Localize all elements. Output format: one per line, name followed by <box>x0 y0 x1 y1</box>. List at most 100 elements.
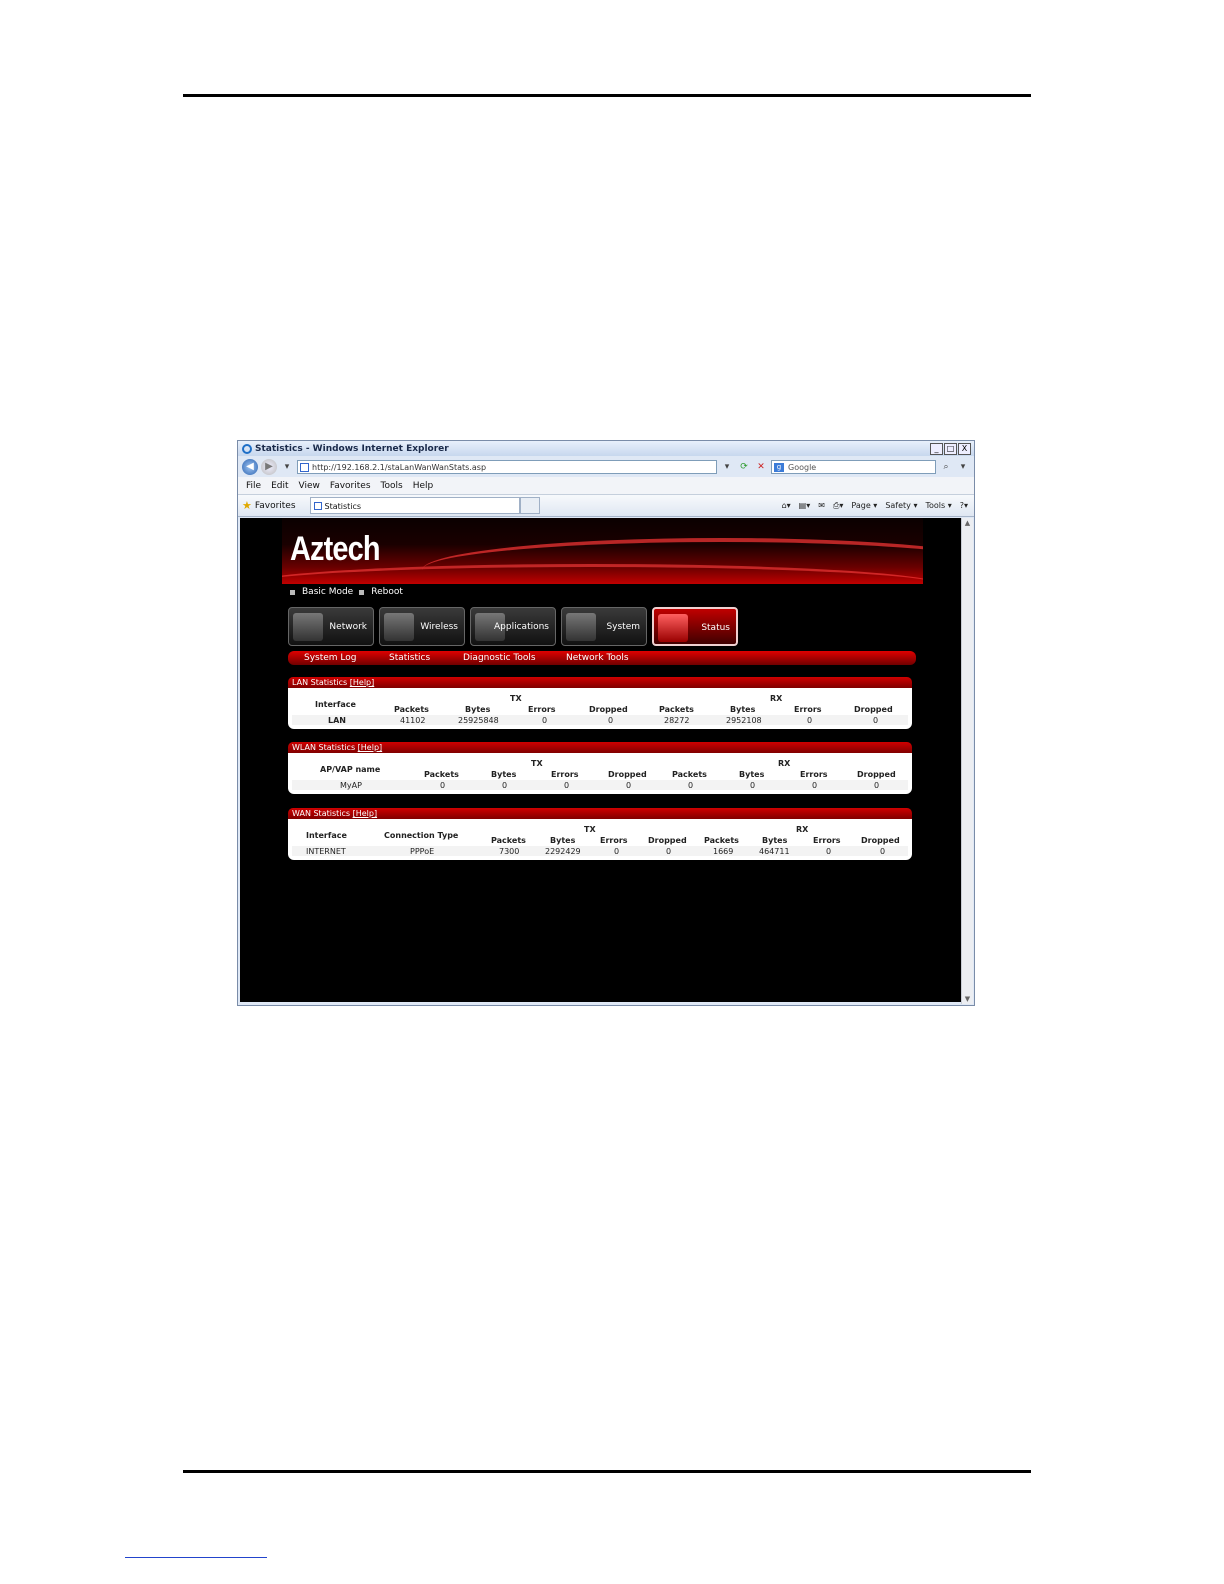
page-viewport: Aztech Basic Mode Reboot Network Wireles… <box>240 518 962 1002</box>
search-input[interactable]: g Google <box>771 459 936 474</box>
back-icon[interactable]: ◀ <box>242 458 258 475</box>
lan-header-tx-bytes: Bytes <box>465 705 491 714</box>
wlan-header-tx-dropped: Dropped <box>608 770 647 779</box>
nav-network-label: Network <box>329 622 367 632</box>
wlan-cell-rx-errors: 0 <box>812 781 818 790</box>
menu-tools[interactable]: Tools <box>381 481 403 491</box>
basic-mode-link[interactable]: Basic Mode <box>302 587 353 597</box>
wan-help-link[interactable]: [Help] <box>353 809 377 818</box>
quick-links: Basic Mode Reboot <box>290 587 403 597</box>
menu-file[interactable]: File <box>246 481 261 491</box>
nav-system[interactable]: System <box>561 607 647 646</box>
scroll-up-icon[interactable]: ▲ <box>962 518 973 528</box>
wan-header-rx-packets: Packets <box>704 836 739 845</box>
lan-cell-rx-dropped: 0 <box>873 716 879 725</box>
lan-header-rx-dropped: Dropped <box>854 705 893 714</box>
lan-cell-rx-bytes: 2952108 <box>726 716 762 725</box>
title-bar: Statistics - Windows Internet Explorer _… <box>238 441 974 456</box>
print-icon[interactable]: ⎙▾ <box>833 501 843 511</box>
menu-favorites[interactable]: Favorites <box>330 481 371 491</box>
subnav-statistics[interactable]: Statistics <box>389 653 430 663</box>
stop-icon[interactable]: ✕ <box>754 460 768 474</box>
wan-cell-tx-bytes: 2292429 <box>545 847 581 856</box>
lan-cell-tx-errors: 0 <box>542 716 548 725</box>
nav-system-label: System <box>606 622 640 632</box>
subnav-network-tools[interactable]: Network Tools <box>566 653 629 663</box>
wlan-help-link[interactable]: [Help] <box>358 743 382 752</box>
subnav-system-log[interactable]: System Log <box>304 653 357 663</box>
menu-edit[interactable]: Edit <box>271 481 288 491</box>
menu-view[interactable]: View <box>299 481 320 491</box>
nav-status[interactable]: Status <box>652 607 738 646</box>
menu-bar: File Edit View Favorites Tools Help <box>238 477 974 495</box>
history-dropdown-icon[interactable]: ▾ <box>280 460 294 474</box>
wan-tx-header: TX <box>584 825 596 834</box>
wlan-statistics-panel: WLAN Statistics [Help] TX RX AP/VAP name… <box>288 742 912 794</box>
minimize-button[interactable]: _ <box>930 442 943 455</box>
menu-help[interactable]: Help <box>413 481 434 491</box>
nav-wireless[interactable]: Wireless <box>379 607 465 646</box>
nav-network[interactable]: Network <box>288 607 374 646</box>
wan-cell-rx-packets: 1669 <box>713 847 734 856</box>
wan-cell-rx-bytes: 464711 <box>759 847 790 856</box>
tab-statistics[interactable]: Statistics <box>309 497 520 514</box>
wlan-cell-rx-packets: 0 <box>688 781 694 790</box>
favorites-button[interactable]: Favorites <box>255 501 296 511</box>
home-icon[interactable]: ⌂▾ <box>782 501 791 511</box>
wan-header-connection-type: Connection Type <box>384 831 459 840</box>
new-tab-button[interactable] <box>519 497 540 514</box>
reboot-link[interactable]: Reboot <box>371 587 403 597</box>
search-options-icon[interactable]: ▾ <box>956 460 970 474</box>
wlan-header-rx-packets: Packets <box>672 770 707 779</box>
reboot-bullet-icon <box>359 589 365 595</box>
google-icon: g <box>774 462 784 472</box>
lan-cell-tx-dropped: 0 <box>608 716 614 725</box>
wan-rx-header: RX <box>796 825 809 834</box>
wlan-header-ap-name: AP/VAP name <box>320 765 381 774</box>
forward-icon[interactable]: ▶ <box>261 458 277 475</box>
wlan-header-rx-dropped: Dropped <box>857 770 896 779</box>
wan-cell-connection-type: PPPoE <box>410 847 435 856</box>
page-icon <box>300 462 309 472</box>
page-menu[interactable]: Page ▾ <box>851 501 877 511</box>
favorites-star-icon: ★ <box>242 499 252 512</box>
lan-help-link[interactable]: [Help] <box>350 678 374 687</box>
nav-wireless-label: Wireless <box>420 622 458 632</box>
wlan-cell-ap-name: MyAP <box>340 781 362 790</box>
lan-cell-rx-packets: 28272 <box>664 716 690 725</box>
lan-header-rx-errors: Errors <box>794 705 822 714</box>
wlan-header-tx-packets: Packets <box>424 770 459 779</box>
main-nav: Network Wireless Applications System Sta… <box>288 607 738 646</box>
lan-table: TX RX Interface Packets Bytes Errors Dro… <box>288 688 912 729</box>
feeds-icon[interactable]: ▤▾ <box>799 501 811 511</box>
lan-rx-header: RX <box>770 694 783 703</box>
help-icon[interactable]: ?▾ <box>960 501 968 511</box>
lan-header-tx-errors: Errors <box>528 705 556 714</box>
refresh-icon[interactable]: ⟳ <box>737 460 751 474</box>
wan-statistics-panel: WAN Statistics [Help] TX RX Interface Co… <box>288 808 912 860</box>
safety-menu[interactable]: Safety ▾ <box>885 501 917 511</box>
nav-status-label: Status <box>701 623 730 633</box>
nav-applications[interactable]: Applications <box>470 607 556 646</box>
scroll-down-icon[interactable]: ▼ <box>962 994 973 1004</box>
sub-nav: System Log Statistics Diagnostic Tools N… <box>288 651 916 665</box>
maximize-button[interactable]: □ <box>944 442 957 455</box>
subnav-diagnostic-tools[interactable]: Diagnostic Tools <box>463 653 536 663</box>
search-icon[interactable]: ⌕ <box>939 460 953 474</box>
lan-header-tx-packets: Packets <box>394 705 429 714</box>
lan-cell-tx-packets: 41102 <box>400 716 426 725</box>
command-bar: ⌂▾ ▤▾ ✉ ⎙▾ Page ▾ Safety ▾ Tools ▾ ?▾ <box>782 501 968 511</box>
url-dropdown-icon[interactable]: ▾ <box>720 460 734 474</box>
wan-title: WAN Statistics <box>292 809 351 818</box>
browser-window: Statistics - Windows Internet Explorer _… <box>237 440 975 1006</box>
tools-menu[interactable]: Tools ▾ <box>925 501 951 511</box>
top-rule <box>183 94 1031 97</box>
close-button[interactable]: X <box>958 442 971 455</box>
wan-header-interface: Interface <box>306 831 347 840</box>
url-field[interactable]: http://192.168.2.1/staLanWanWanStats.asp <box>297 459 717 474</box>
vertical-scrollbar[interactable]: ▲ ▼ <box>961 518 973 1004</box>
wan-panel-title: WAN Statistics [Help] <box>288 808 912 819</box>
wan-cell-rx-dropped: 0 <box>880 847 886 856</box>
mail-icon[interactable]: ✉ <box>818 501 825 511</box>
wlan-header-rx-errors: Errors <box>800 770 828 779</box>
